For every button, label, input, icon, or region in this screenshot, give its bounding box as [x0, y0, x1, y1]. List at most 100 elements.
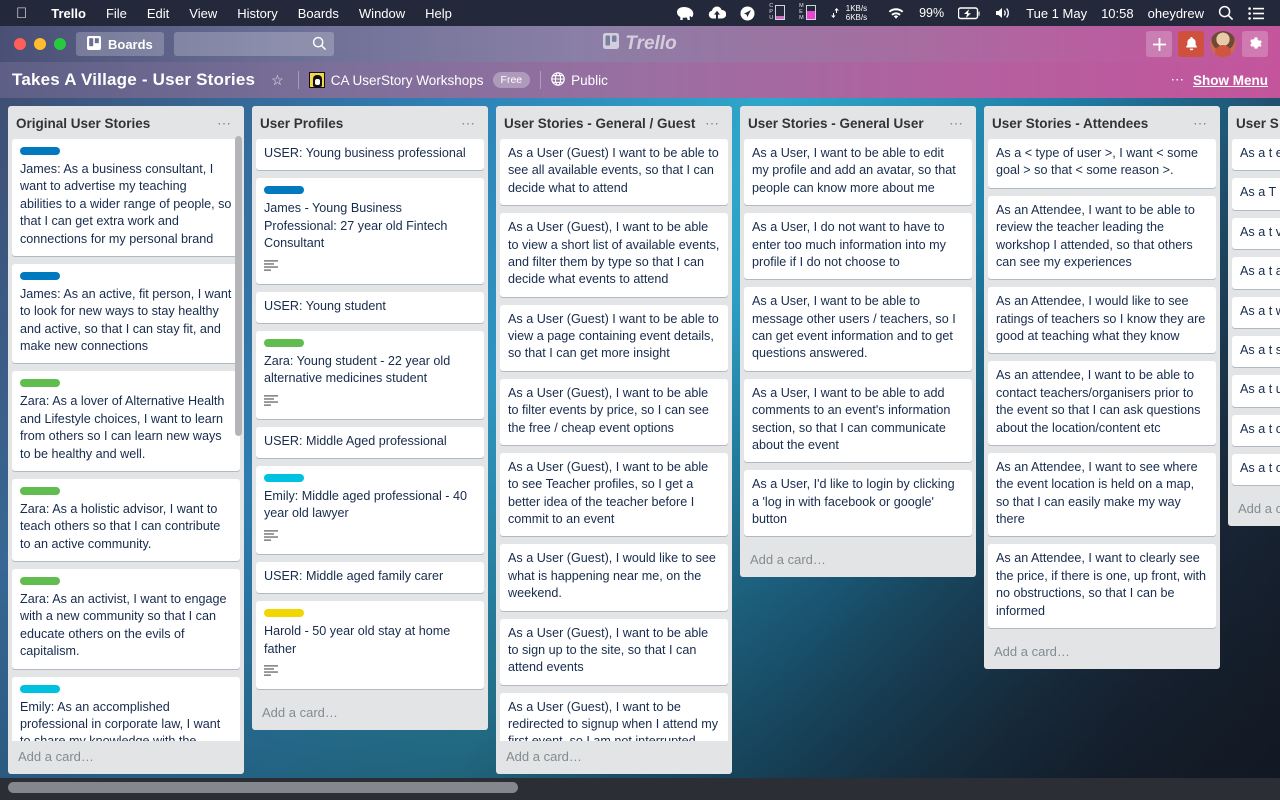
cloud-upload-icon[interactable]: [701, 6, 733, 20]
memory-gauge[interactable]: MEM: [792, 4, 823, 21]
menubar-time[interactable]: 10:58: [1094, 6, 1141, 21]
team-link[interactable]: CA UserStory Workshops Free: [308, 72, 531, 88]
list-title[interactable]: User Stories - General User: [748, 116, 945, 131]
card[interactable]: As a t easily with th that I: [1232, 139, 1280, 171]
card[interactable]: As a t view a upcom: [1232, 217, 1280, 250]
speaker-icon[interactable]: [987, 6, 1019, 20]
card[interactable]: As a User, I do not want to have to ente…: [744, 213, 972, 280]
card[interactable]: As a < type of user >, I want < some goa…: [988, 139, 1216, 188]
menubar-item-help[interactable]: Help: [415, 6, 462, 21]
card[interactable]: As an Attendee, I would like to see rati…: [988, 287, 1216, 354]
card[interactable]: Emily: As an accomplished professional i…: [12, 676, 240, 741]
card[interactable]: As an attendee, I want to be able to con…: [988, 361, 1216, 445]
card-label[interactable]: [20, 684, 60, 693]
menubar-item-view[interactable]: View: [179, 6, 227, 21]
card[interactable]: As a t a max depen that I: [1232, 257, 1280, 289]
card-label[interactable]: [20, 147, 60, 155]
horizontal-scrollbar[interactable]: [0, 778, 1280, 800]
card[interactable]: Zara: As an activist, I want to engage w…: [12, 569, 240, 669]
boards-button[interactable]: Boards: [76, 32, 164, 56]
card[interactable]: As a User (Guest) I want to be able to s…: [500, 139, 728, 206]
list-title[interactable]: User Stories - Attendees: [992, 116, 1189, 131]
card[interactable]: As a t over r: [1232, 454, 1280, 486]
card[interactable]: Zara: Young student - 22 year old altern…: [256, 330, 484, 419]
card[interactable]: As a t wheth cours to suit: [1232, 296, 1280, 328]
card[interactable]: As a t showi their r and a: [1232, 335, 1280, 368]
menubar-item-boards[interactable]: Boards: [288, 6, 349, 21]
card-label[interactable]: [264, 474, 304, 482]
list-title[interactable]: User S: [1236, 116, 1280, 131]
menubar-item-history[interactable]: History: [227, 6, 287, 21]
list-menu-icon[interactable]: ⋯: [457, 116, 480, 131]
avatar[interactable]: [1210, 31, 1236, 57]
card[interactable]: As an Attendee, I want to see where the …: [988, 452, 1216, 537]
card[interactable]: As a User (Guest), I would like to see w…: [500, 544, 728, 611]
card[interactable]: As an Attendee, I want to be able to rev…: [988, 195, 1216, 280]
battery-percent[interactable]: 99%: [912, 6, 951, 20]
card[interactable]: As a User, I want to be able to edit my …: [744, 139, 972, 206]
add-a-card-button[interactable]: Add a card…: [496, 741, 732, 770]
add-a-card-button[interactable]: Add a card…: [1228, 493, 1280, 522]
add-a-card-button[interactable]: Add a card…: [8, 741, 244, 770]
card-label[interactable]: [20, 577, 60, 585]
card-label[interactable]: [264, 186, 304, 195]
control-center-icon[interactable]: [1241, 6, 1272, 20]
list-menu-icon[interactable]: ⋯: [945, 116, 968, 131]
card[interactable]: USER: Middle Aged professional: [256, 426, 484, 458]
card[interactable]: As a T invite create that I: [1232, 178, 1280, 210]
elephant-icon[interactable]: [669, 6, 701, 21]
card-label[interactable]: [264, 338, 304, 347]
page-title[interactable]: Takes A Village - User Stories: [12, 70, 255, 90]
list-menu-icon[interactable]: ⋯: [1189, 116, 1212, 131]
menubar-item-edit[interactable]: Edit: [137, 6, 179, 21]
show-menu-button[interactable]: Show Menu: [1193, 73, 1268, 88]
card[interactable]: Emily: Middle aged professional - 40 yea…: [256, 466, 484, 554]
list-title[interactable]: User Profiles: [260, 116, 457, 131]
card[interactable]: As a User (Guest), I want to be able to …: [500, 213, 728, 297]
card[interactable]: As a t users off my: [1232, 375, 1280, 407]
list-menu-icon[interactable]: ⋯: [701, 116, 724, 131]
add-button[interactable]: [1146, 31, 1172, 57]
menubar-item-window[interactable]: Window: [349, 6, 415, 21]
window-traffic-lights[interactable]: [8, 38, 76, 50]
card[interactable]: As a t on my my sk: [1232, 414, 1280, 446]
card[interactable]: Harold - 50 year old stay at home father: [256, 601, 484, 689]
search-box[interactable]: [173, 32, 334, 56]
battery-charging-icon[interactable]: [951, 6, 987, 20]
card[interactable]: As a User, I want to be able to message …: [744, 287, 972, 371]
add-a-card-button[interactable]: Add a card…: [740, 544, 976, 573]
cpu-gauge[interactable]: CPU: [762, 4, 792, 21]
star-outline-icon[interactable]: ☆: [267, 72, 288, 89]
card[interactable]: As a User (Guest), I want to be able to …: [500, 452, 728, 537]
menubar-item-file[interactable]: File: [96, 6, 137, 21]
list-menu-icon[interactable]: ⋯: [213, 116, 236, 131]
add-a-card-button[interactable]: Add a card…: [984, 636, 1220, 665]
list-title[interactable]: Original User Stories: [16, 116, 213, 131]
card[interactable]: USER: Young student: [256, 291, 484, 323]
spotlight-search-icon[interactable]: [1211, 5, 1241, 21]
list-vertical-scrollbar[interactable]: [235, 136, 242, 436]
card-label[interactable]: [20, 486, 60, 495]
menubar-date[interactable]: Tue 1 May: [1019, 6, 1094, 21]
visibility-button[interactable]: Public: [551, 71, 608, 89]
search-input[interactable]: [180, 37, 311, 51]
menubar-user[interactable]: oheydrew: [1141, 6, 1211, 21]
card[interactable]: As an Attendee, I want to clearly see th…: [988, 544, 1216, 628]
wifi-icon[interactable]: [880, 7, 912, 20]
card[interactable]: As a User, I'd like to login by clicking…: [744, 470, 972, 537]
ellipsis-icon[interactable]: ⋯: [1171, 72, 1185, 88]
card[interactable]: As a User (Guest) I want to be able to v…: [500, 304, 728, 371]
maximize-window-button[interactable]: [54, 38, 66, 50]
navigation-icon[interactable]: [733, 6, 762, 21]
card-label[interactable]: [264, 609, 304, 618]
add-a-card-button[interactable]: Add a card…: [252, 697, 488, 726]
settings-button[interactable]: [1242, 31, 1268, 57]
horizontal-scrollbar-thumb[interactable]: [8, 782, 518, 793]
apple-logo-icon[interactable]: : [0, 6, 41, 21]
minimize-window-button[interactable]: [34, 38, 46, 50]
card-label[interactable]: [20, 379, 60, 388]
card[interactable]: USER: Young business professional: [256, 139, 484, 171]
close-window-button[interactable]: [14, 38, 26, 50]
card[interactable]: Zara: As a holistic advisor, I want to t…: [12, 478, 240, 561]
card[interactable]: Zara: As a lover of Alternative Health a…: [12, 371, 240, 471]
